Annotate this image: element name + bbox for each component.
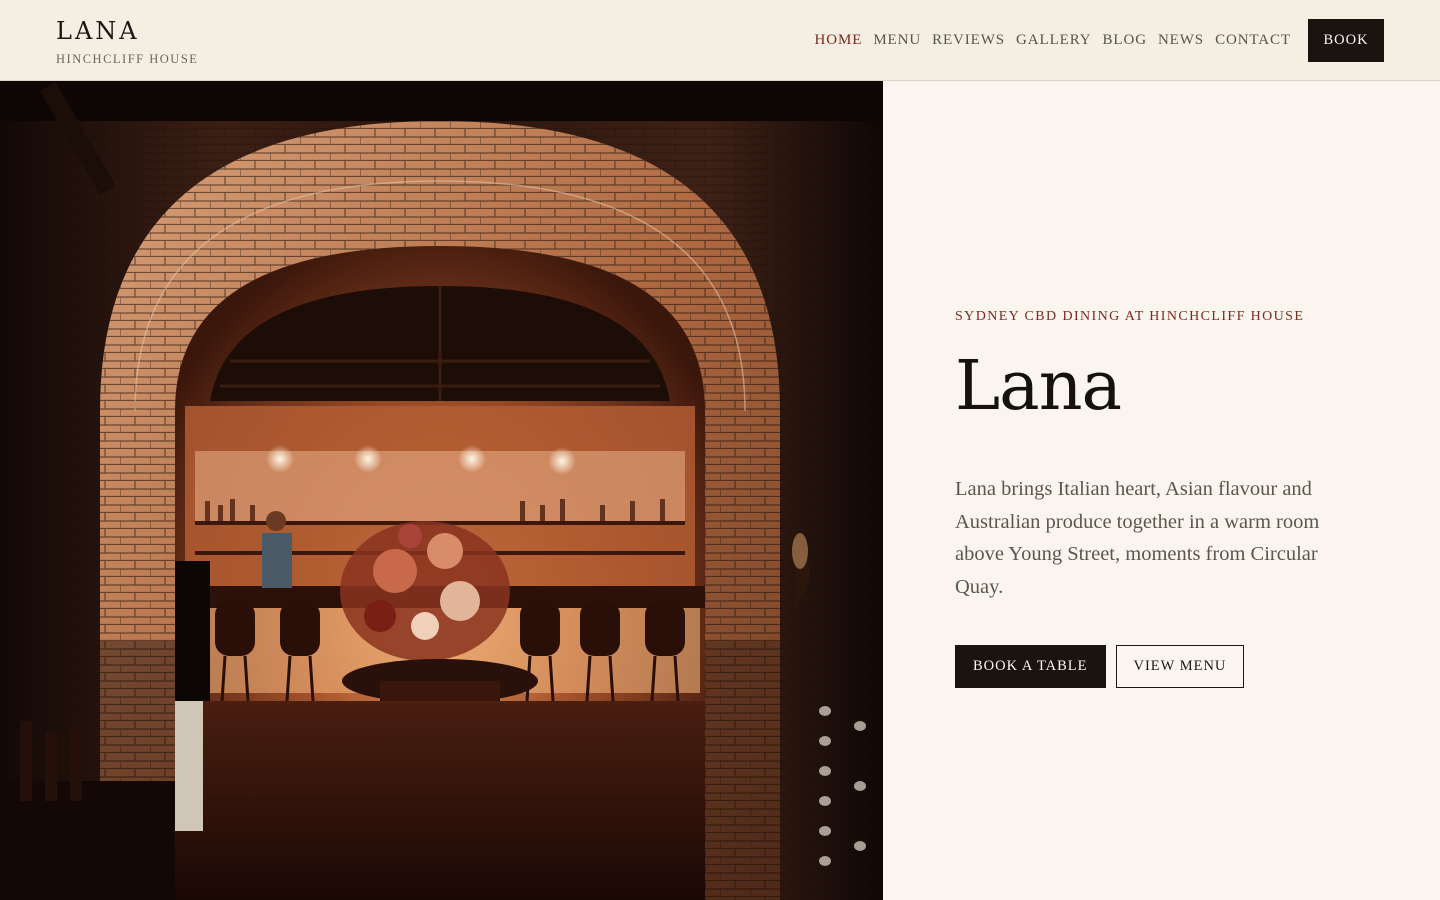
- hero-eyebrow: SYDNEY CBD DINING AT HINCHCLIFF HOUSE: [955, 309, 1305, 324]
- nav-menu[interactable]: MENU: [873, 30, 921, 50]
- nav-gallery[interactable]: GALLERY: [1016, 30, 1091, 50]
- header-book-button[interactable]: BOOK: [1308, 19, 1384, 62]
- book-table-button[interactable]: BOOK A TABLE: [955, 645, 1106, 688]
- brand-subtitle: HINCHCLIFF HOUSE: [56, 52, 199, 66]
- nav-reviews[interactable]: REVIEWS: [932, 30, 1005, 50]
- nav-blog[interactable]: BLOG: [1103, 30, 1147, 50]
- nav-contact[interactable]: CONTACT: [1215, 30, 1291, 50]
- nav-home[interactable]: HOME: [815, 30, 863, 50]
- brand-logo[interactable]: LANA HINCHCLIFF HOUSE: [56, 18, 198, 67]
- main-nav: HOME MENU REVIEWS GALLERY BLOG NEWS CONT…: [815, 30, 1291, 50]
- hero-image: [0, 81, 883, 900]
- nav-news[interactable]: NEWS: [1158, 30, 1204, 50]
- hero-content: SYDNEY CBD DINING AT HINCHCLIFF HOUSE La…: [955, 307, 1375, 688]
- hero-cta-group: BOOK A TABLE VIEW MENU: [955, 645, 1375, 688]
- view-menu-button[interactable]: VIEW MENU: [1115, 645, 1245, 688]
- site-header: LANA HINCHCLIFF HOUSE HOME MENU REVIEWS …: [0, 0, 1440, 81]
- brand-name: LANA: [56, 17, 140, 45]
- hero-title: Lana: [955, 347, 1122, 426]
- hero-description: Lana brings Italian heart, Asian flavour…: [955, 478, 1320, 598]
